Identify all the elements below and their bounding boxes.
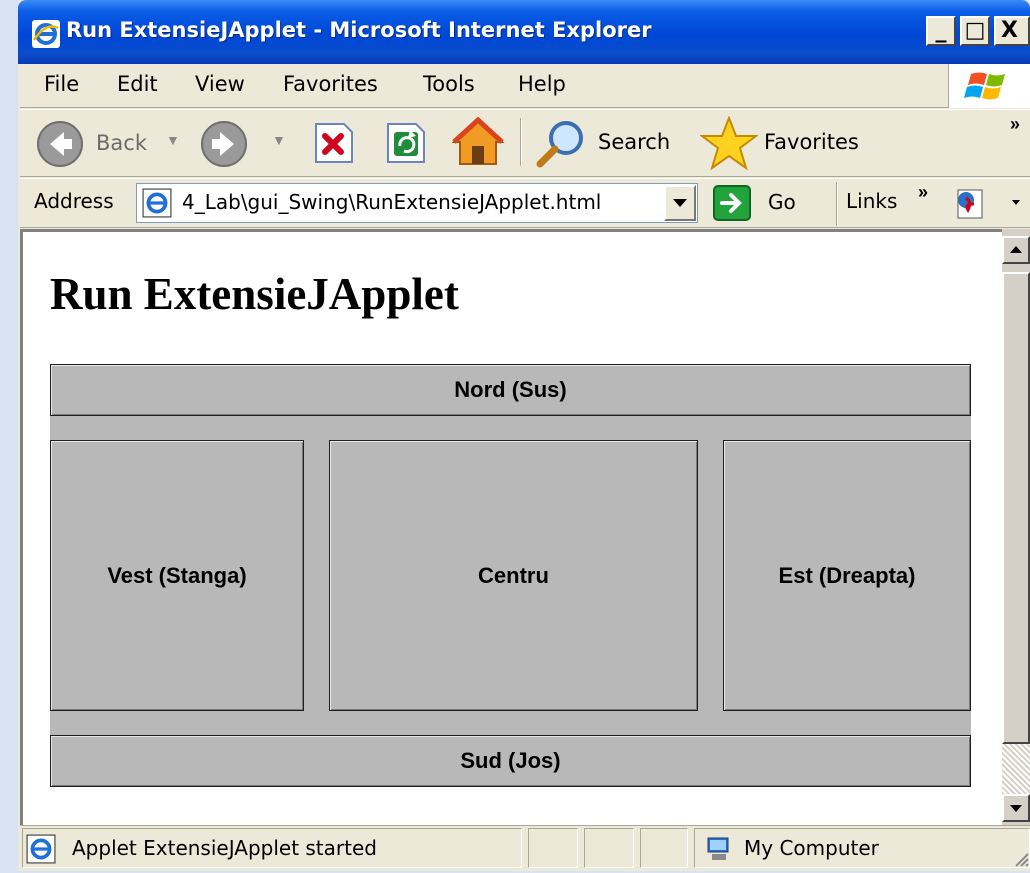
status-message: Applet ExtensieJApplet started [72,836,377,860]
menu-edit[interactable]: Edit [117,72,158,96]
east-button[interactable]: Est (Dreapta) [723,440,971,711]
favorites-button[interactable] [699,115,759,175]
back-label[interactable]: Back [96,131,147,155]
center-button[interactable]: Centru [329,440,698,711]
status-zone-label: My Computer [744,836,879,860]
address-label: Address [34,189,114,213]
window-title: Run ExtensieJApplet - Microsoft Internet… [66,18,652,42]
status-panel-lock [584,828,634,868]
scroll-thumb[interactable] [1002,272,1030,744]
go-label[interactable]: Go [768,190,796,214]
arrow-down-icon [1010,805,1022,812]
chevron-down-icon [673,199,687,207]
links-overflow-chevron[interactable]: » [918,182,928,203]
search-icon [536,121,583,168]
close-button[interactable]: X [994,16,1030,46]
resize-grip-icon[interactable] [1010,848,1030,873]
north-button[interactable]: Nord (Sus) [50,364,971,416]
pdf-toolbar-button[interactable] [950,184,1022,227]
menu-help[interactable]: Help [518,72,566,96]
page-heading: Run ExtensieJApplet [50,269,459,319]
status-page-icon [26,834,56,869]
back-dropdown-icon[interactable]: ▼ [166,132,180,148]
stop-icon [315,123,353,163]
home-icon [451,116,505,165]
links-label[interactable]: Links [846,189,897,213]
menu-tools[interactable]: Tools [423,72,475,96]
toolbar-overflow-chevron[interactable]: » [1010,114,1020,135]
favorites-label[interactable]: Favorites [764,130,859,154]
address-dropdown-button[interactable] [664,185,696,221]
minimize-button[interactable]: _ [926,16,956,46]
scroll-up-button[interactable] [1002,236,1030,264]
scroll-down-button[interactable] [1002,794,1030,822]
page-icon [142,188,172,223]
forward-arrow-icon [201,121,247,167]
forward-button[interactable] [200,120,248,173]
go-button[interactable] [712,184,754,227]
search-button[interactable] [534,118,590,175]
toolbar-separator [520,118,522,166]
status-panel-progress [528,828,578,868]
scroll-track[interactable] [1002,744,1030,794]
stop-button[interactable] [310,120,356,171]
refresh-button[interactable] [382,120,428,171]
west-button[interactable]: Vest (Stanga) [50,440,304,711]
maximize-button[interactable]: □ [960,16,990,46]
menu-file[interactable]: File [44,72,79,96]
home-button[interactable] [450,116,506,173]
pdf-icon [957,189,1020,219]
ie-logo-icon [32,20,60,48]
back-button[interactable] [36,120,84,173]
forward-dropdown-icon[interactable]: ▼ [272,132,286,148]
go-arrow-icon [713,185,751,221]
links-separator [836,182,838,226]
menu-favorites[interactable]: Favorites [283,72,378,96]
search-label[interactable]: Search [598,130,670,154]
favorites-star-icon [699,115,759,171]
address-text[interactable]: 4_Lab\gui_Swing\RunExtensieJApplet.html [182,190,601,214]
windows-logo-icon [948,64,1030,108]
south-button[interactable]: Sud (Jos) [50,735,971,787]
arrow-up-icon [1010,246,1022,253]
menu-view[interactable]: View [195,72,245,96]
computer-icon [704,834,734,869]
back-arrow-icon [37,121,83,167]
status-panel-extra [640,828,688,868]
refresh-icon [387,123,425,163]
